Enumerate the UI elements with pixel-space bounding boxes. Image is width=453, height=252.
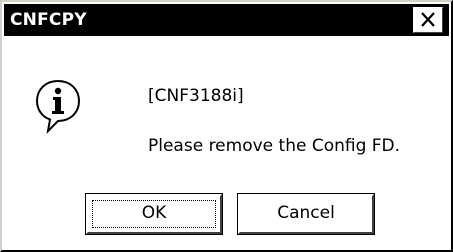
info-icon (35, 79, 81, 134)
ok-button[interactable]: OK (85, 193, 223, 235)
message-text: Please remove the Config FD. (148, 136, 401, 156)
close-icon (421, 12, 435, 27)
window-title: CNFCPY (10, 10, 87, 30)
cancel-button-label: Cancel (277, 203, 335, 223)
message-code: [CNF3188i] (148, 86, 244, 106)
title-bar[interactable]: CNFCPY (4, 4, 449, 36)
cancel-button[interactable]: Cancel (237, 193, 375, 235)
message-dialog: CNFCPY [CNF3188i] Please remove the Conf… (0, 0, 453, 252)
ok-button-label: OK (141, 203, 167, 223)
close-button[interactable] (413, 7, 443, 33)
